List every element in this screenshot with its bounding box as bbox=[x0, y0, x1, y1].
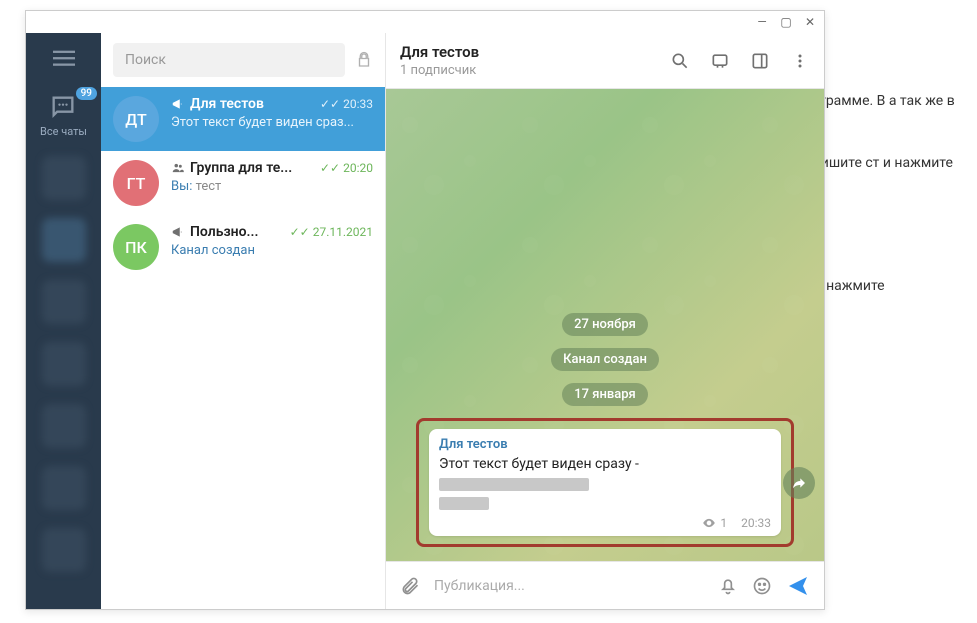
avatar: ДТ bbox=[113, 96, 159, 142]
folder-item[interactable] bbox=[42, 218, 86, 262]
chat-name: Для тестов bbox=[171, 96, 264, 112]
message-sender: Для тестов bbox=[439, 437, 771, 452]
folder-item[interactable] bbox=[42, 342, 86, 386]
chat-title: Для тестов bbox=[400, 43, 670, 61]
chat-header: Для тестов 1 подписчик bbox=[386, 33, 824, 89]
send-icon[interactable] bbox=[786, 574, 810, 598]
notification-icon[interactable] bbox=[718, 576, 738, 596]
folder-item[interactable] bbox=[42, 404, 86, 448]
avatar: ГТ bbox=[113, 160, 159, 206]
folder-item[interactable] bbox=[42, 280, 86, 324]
avatar: ПК bbox=[113, 224, 159, 270]
chat-preview: Канал создан bbox=[171, 243, 373, 258]
forward-button[interactable] bbox=[783, 467, 815, 499]
chat-item-active[interactable]: ДТ Для тестов ✓✓20:33 Этот текст будет в… bbox=[101, 87, 385, 151]
search-input[interactable] bbox=[113, 43, 345, 77]
message-input[interactable] bbox=[434, 578, 704, 594]
chat-time: ✓✓20:20 bbox=[320, 161, 373, 175]
all-chats-label: Все чаты bbox=[40, 125, 87, 138]
group-icon bbox=[171, 161, 185, 175]
search-icon[interactable] bbox=[670, 51, 690, 71]
chat-time: ✓✓27.11.2021 bbox=[290, 225, 373, 239]
chat-item[interactable]: ПК Пользно... ✓✓27.11.2021 Канал создан bbox=[101, 215, 385, 279]
folder-item[interactable] bbox=[42, 156, 86, 200]
share-arrow-icon bbox=[791, 475, 807, 491]
telegram-window: — ▢ ✕ 99 Все чаты ДТ bbox=[25, 10, 825, 610]
close-button[interactable]: ✕ bbox=[802, 15, 818, 29]
chat-header-info[interactable]: Для тестов 1 подписчик bbox=[400, 43, 670, 78]
discussion-icon[interactable] bbox=[710, 51, 730, 71]
conversation-area: Для тестов 1 подписчик 27 ноября Канал с… bbox=[386, 33, 824, 609]
chat-bubble-icon bbox=[49, 93, 77, 121]
views-icon bbox=[702, 516, 716, 530]
emoji-icon[interactable] bbox=[752, 576, 772, 596]
chat-preview: Этот текст будет виден сраз... bbox=[171, 115, 373, 130]
chat-name: Группа для те... bbox=[171, 160, 292, 176]
maximize-button[interactable]: ▢ bbox=[778, 15, 794, 29]
megaphone-icon bbox=[171, 97, 185, 111]
highlighted-message-frame: Для тестов Этот текст будет виден сразу … bbox=[416, 418, 794, 547]
messages-area[interactable]: 27 ноября Канал создан 17 января Для тес… bbox=[386, 89, 824, 561]
message-bubble[interactable]: Для тестов Этот текст будет виден сразу … bbox=[429, 429, 781, 536]
lock-icon[interactable] bbox=[355, 51, 373, 69]
message-text: Этот текст будет виден сразу - bbox=[439, 455, 771, 514]
chat-list: ДТ Для тестов ✓✓20:33 Этот текст будет в… bbox=[101, 33, 386, 609]
megaphone-icon bbox=[171, 225, 185, 239]
chat-preview: Вы: тест bbox=[171, 179, 373, 194]
unread-badge: 99 bbox=[76, 87, 97, 100]
sidebar-toggle-icon[interactable] bbox=[750, 51, 770, 71]
more-icon[interactable] bbox=[790, 51, 810, 71]
folder-sidebar: 99 Все чаты bbox=[26, 33, 101, 609]
window-controls: — ▢ ✕ bbox=[26, 11, 824, 33]
menu-icon[interactable] bbox=[53, 47, 75, 69]
all-chats-folder[interactable]: 99 Все чаты bbox=[40, 93, 87, 138]
date-separator: 17 января bbox=[562, 383, 648, 406]
folder-item[interactable] bbox=[42, 466, 86, 510]
minimize-button[interactable]: — bbox=[754, 15, 770, 29]
folder-item[interactable] bbox=[42, 528, 86, 572]
chat-name: Пользно... bbox=[171, 224, 258, 240]
message-composer bbox=[386, 561, 824, 609]
chat-subtitle: 1 подписчик bbox=[400, 63, 670, 78]
chat-item[interactable]: ГТ Группа для те... ✓✓20:20 Вы: тест bbox=[101, 151, 385, 215]
date-separator: 27 ноября bbox=[562, 313, 648, 336]
service-message: Канал создан bbox=[551, 348, 659, 371]
message-meta: 1 20:33 bbox=[439, 516, 771, 530]
chat-time: ✓✓20:33 bbox=[320, 97, 373, 111]
attach-icon[interactable] bbox=[400, 576, 420, 596]
